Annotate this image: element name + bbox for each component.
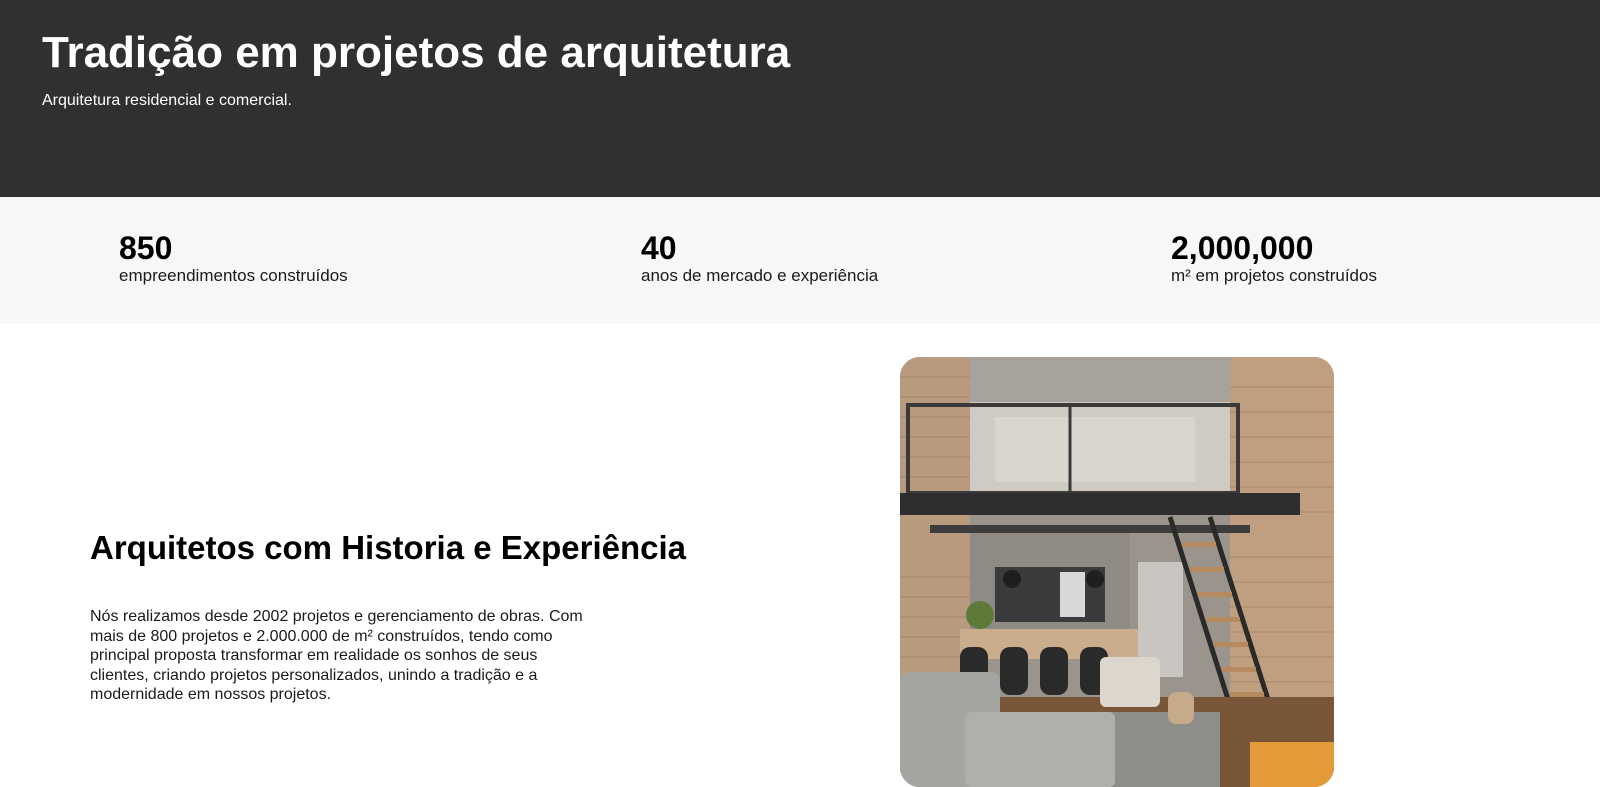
hero-subtitle: Arquitetura residencial e comercial.: [42, 92, 292, 109]
hero-banner: Tradição em projetos de arquitetura Arqu…: [0, 0, 1600, 197]
stat-years: 40 anos de mercado e experiência: [641, 230, 878, 286]
about-text: Nós realizamos desde 2002 projetos e ger…: [90, 608, 583, 703]
about-title: Arquitetos com Historia e Experiência: [90, 529, 687, 566]
stats-bar: 850 empreendimentos construídos 40 anos …: [0, 197, 1600, 324]
stat-label: m² em projetos construídos: [1171, 266, 1377, 285]
stat-value: 40: [641, 230, 677, 266]
interior-photo: [900, 357, 1334, 787]
stat-projects: 850 empreendimentos construídos: [119, 230, 348, 286]
stat-value: 2,000,000: [1171, 230, 1314, 266]
stat-value: 850: [119, 230, 173, 266]
stat-area: 2,000,000 m² em projetos construídos: [1171, 230, 1377, 286]
stat-label: empreendimentos construídos: [119, 266, 348, 285]
hero-title: Tradição em projetos de arquitetura: [42, 28, 791, 77]
stat-label: anos de mercado e experiência: [641, 266, 879, 285]
